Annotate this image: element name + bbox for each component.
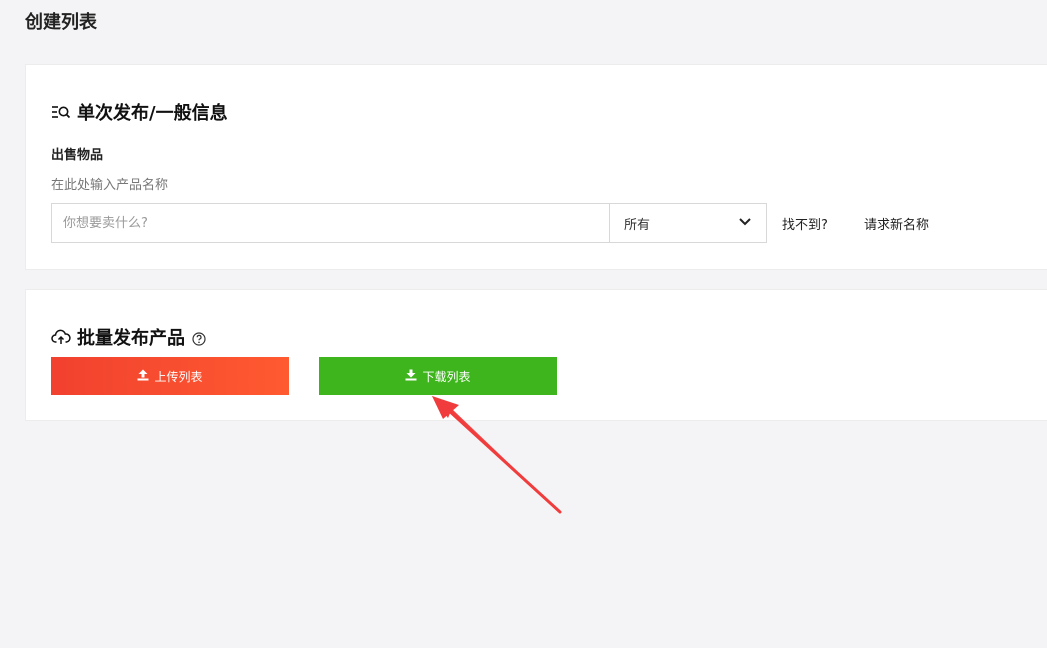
product-search-box: 所有 — [51, 203, 767, 243]
single-publish-card: 单次发布/一般信息 出售物品 在此处输入产品名称 所有 找不到? 请求新名称 — [25, 64, 1047, 270]
category-select[interactable]: 所有 — [609, 204, 766, 242]
single-publish-header: 单次发布/一般信息 — [51, 99, 228, 125]
upload-list-button[interactable]: 上传列表 — [51, 357, 289, 395]
upload-list-label: 上传列表 — [154, 369, 203, 384]
bulk-publish-card: 批量发布产品 上传列表 下载列表 — [25, 289, 1047, 421]
sell-item-hint: 在此处输入产品名称 — [51, 178, 169, 193]
download-list-label: 下载列表 — [422, 369, 471, 384]
chevron-down-icon — [738, 216, 752, 231]
download-icon — [405, 369, 417, 384]
product-search-input[interactable] — [52, 204, 609, 242]
not-found-link[interactable]: 找不到? — [782, 214, 828, 233]
bulk-publish-title: 批量发布产品 — [77, 328, 185, 349]
single-publish-title: 单次发布/一般信息 — [77, 103, 228, 124]
bulk-publish-header: 批量发布产品 — [51, 324, 207, 350]
list-search-icon — [51, 104, 71, 120]
request-new-name-link[interactable]: 请求新名称 — [864, 214, 929, 233]
sell-item-label: 出售物品 — [51, 148, 104, 163]
page-title: 创建列表 — [25, 12, 97, 33]
question-circle-icon[interactable] — [191, 328, 207, 347]
upload-icon — [137, 369, 149, 384]
cloud-upload-icon — [51, 329, 71, 345]
category-selected-value: 所有 — [624, 217, 651, 233]
download-list-button[interactable]: 下载列表 — [319, 357, 557, 395]
